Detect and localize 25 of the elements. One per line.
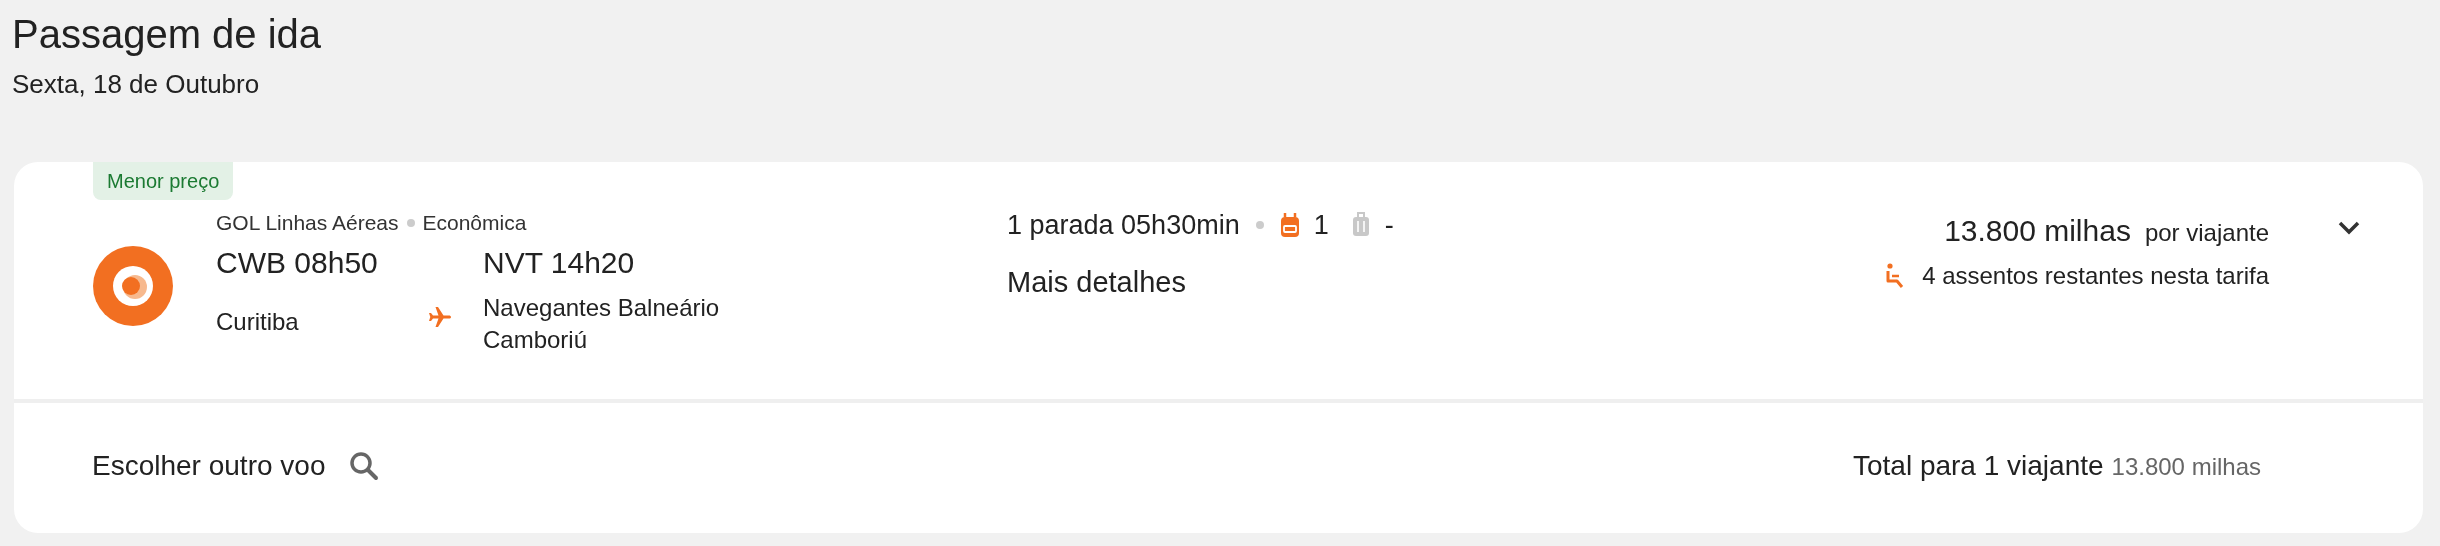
choose-other-flight: Escolher outro voo	[92, 450, 326, 482]
separator-dot	[1255, 221, 1264, 229]
lowest-price-badge: Menor preço	[93, 162, 234, 200]
total-label: Total para 1 viajante	[1852, 450, 2104, 482]
search-icon[interactable]	[349, 451, 380, 481]
more-details-link[interactable]: Mais detalhes	[1007, 266, 1186, 299]
baggage-count: -	[1384, 209, 1394, 241]
departure-city: Curitiba	[216, 307, 300, 337]
airline-logo-icon	[93, 246, 173, 326]
chevron-icon	[2337, 220, 2361, 236]
departure-time: CWB 08h50	[216, 245, 379, 281]
seats-remaining: 4 assentos restantes nesta tarifa	[1922, 262, 2269, 290]
cabin-class: Econômica	[422, 211, 527, 235]
date-subtitle: Sexta, 18 de Outubro	[12, 68, 260, 100]
airline-name: GOL Linhas Aéreas	[216, 211, 399, 235]
separator-dot	[406, 219, 415, 227]
stops-duration: 1 parada 05h30min	[1007, 209, 1240, 241]
arrival-city: Navegantes Balneário Camboriú	[483, 293, 721, 355]
airplane-icon	[428, 306, 452, 328]
baggage-count: 1	[1313, 209, 1329, 241]
page-title: Passagem de ida	[12, 11, 322, 58]
arrival-time: NVT 14h20	[483, 245, 636, 281]
total-miles: 13.800 milhas	[2111, 453, 2261, 481]
price-unit: por viajante	[2144, 219, 2269, 247]
price-miles: 13.800 milhas	[1944, 214, 2131, 248]
